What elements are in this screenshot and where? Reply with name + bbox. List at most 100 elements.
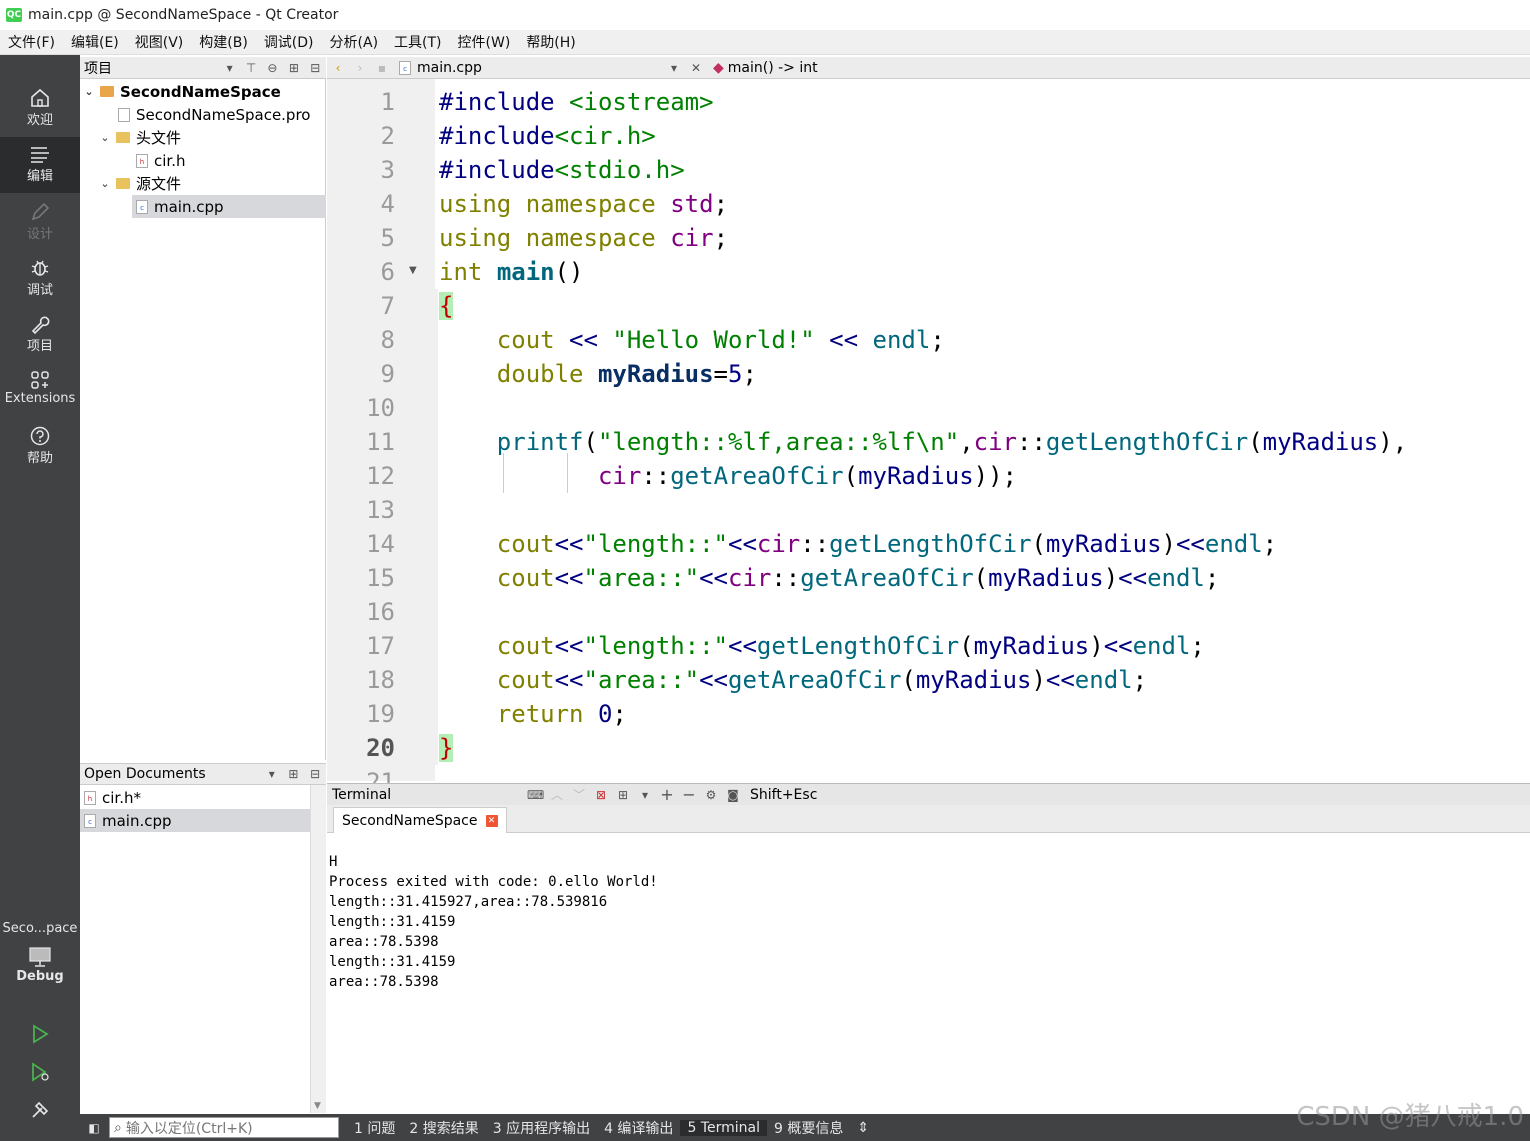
code-line-8: cout << "Hello World!" << endl; [496, 326, 945, 354]
forward-arrow-icon[interactable]: › [352, 61, 368, 75]
menu-debug[interactable]: 调试(D) [256, 32, 322, 52]
editor-file-selector[interactable]: main.cpp [417, 60, 663, 76]
run-button[interactable] [0, 1023, 80, 1053]
terminal-output[interactable]: H Process exited with code: 0.ello World… [327, 833, 1530, 1114]
chevron-down-icon[interactable]: ▾ [666, 61, 682, 75]
mode-label: 调试 [26, 283, 53, 298]
hammer-icon [32, 1101, 49, 1118]
mode-welcome[interactable]: 欢迎 [0, 87, 80, 139]
code-line-18: cout<<"area::"<<getAreaOfCir(myRadius)<<… [496, 666, 1148, 694]
terminal-line: Process exited with code: 0.ello World! [329, 874, 658, 890]
close-pane-icon[interactable]: ⊟ [307, 767, 323, 781]
symbol-selector[interactable]: main() -> int [728, 60, 818, 76]
line-number: 18 [366, 666, 395, 694]
tree-item-project[interactable]: ⌄ SecondNameSpace [80, 80, 326, 103]
back-arrow-icon[interactable]: ‹ [330, 61, 346, 75]
tree-item-sources-folder[interactable]: ⌄ 源文件 [80, 172, 326, 195]
code-line-1: #include <iostream> [439, 88, 714, 116]
chevron-up-icon[interactable]: ︿ [549, 786, 565, 803]
tree-item-cir-h[interactable]: h cir.h [80, 149, 326, 172]
header-file-icon: h [136, 153, 148, 168]
tree-item-label: cir.h [154, 151, 186, 170]
debug-run-button[interactable] [0, 1061, 80, 1091]
gear-icon[interactable]: ⚙ [703, 788, 719, 802]
mode-extensions[interactable]: Extensions [0, 369, 80, 421]
pane-issues[interactable]: 1 问题 [347, 1118, 402, 1138]
dropdown-icon[interactable]: ▾ [264, 767, 280, 781]
kit-config: Debug [16, 969, 64, 984]
open-documents-title[interactable]: Open Documents [84, 766, 261, 782]
menu-bar: 文件(F) 编辑(E) 视图(V) 构建(B) 调试(D) 分析(A) 工具(T… [0, 30, 1530, 55]
code-line-12: cir::getAreaOfCir(myRadius)); [597, 462, 1018, 490]
tree-item-main-cpp[interactable]: c main.cpp [132, 195, 326, 218]
tree-item-label: SecondNameSpace.pro [136, 105, 311, 124]
open-documents-header: Open Documents ▾ ⊞ ⊟ [80, 763, 326, 785]
terminal-tab[interactable]: SecondNameSpace ✕ [333, 807, 507, 833]
open-documents-scrollbar[interactable]: ▼ [310, 785, 326, 1113]
more-panes-icon[interactable]: ⇕ [850, 1120, 876, 1136]
menu-file[interactable]: 文件(F) [0, 32, 63, 52]
menu-help[interactable]: 帮助(H) [518, 32, 583, 52]
line-number-gutter: 1 2 3 4 5 6 7 8 9 10 11 12 13 14 15 16 1… [327, 79, 435, 796]
line-number: 3 [380, 156, 395, 184]
tree-item-headers-folder[interactable]: ⌄ 头文件 [80, 126, 326, 149]
open-document-item[interactable]: h cir.h* [80, 786, 310, 809]
menu-widgets[interactable]: 控件(W) [450, 32, 519, 52]
dropdown-icon[interactable]: ▾ [222, 61, 237, 75]
mode-debug[interactable]: 调试 [0, 257, 80, 309]
pane-app-output[interactable]: 3 应用程序输出 [486, 1118, 597, 1138]
fold-marker-icon[interactable]: ▼ [409, 265, 417, 276]
menu-edit[interactable]: 编辑(E) [63, 32, 127, 52]
split-icon[interactable]: ⊞ [286, 767, 302, 781]
menu-build[interactable]: 构建(B) [191, 32, 256, 52]
tree-item-pro-file[interactable]: SecondNameSpace.pro [80, 103, 326, 126]
scroll-down-icon[interactable]: ▼ [314, 1101, 321, 1111]
shortcut-icon[interactable]: ◙ [725, 788, 741, 802]
locator-input[interactable]: ⌕ 输入以定位(Ctrl+K) [109, 1117, 339, 1138]
clear-icon[interactable]: ⌨ [527, 788, 544, 802]
close-pane-icon[interactable]: ⊟ [308, 61, 323, 75]
dropdown-icon[interactable]: ▾ [637, 788, 653, 802]
code-line-6: int main() [439, 258, 584, 286]
code-editor[interactable]: #include <iostream> #include<cir.h> #inc… [435, 79, 1530, 781]
chevron-down-icon[interactable]: ⌄ [98, 131, 112, 144]
new-terminal-icon[interactable]: ⊞ [615, 788, 631, 802]
mode-edit[interactable]: 编辑 [0, 137, 80, 193]
pane-search-results[interactable]: 2 搜索结果 [402, 1118, 485, 1138]
pane-terminal[interactable]: 5 Terminal [680, 1119, 767, 1136]
pane-compile-output[interactable]: 4 编译输出 [597, 1118, 680, 1138]
chevron-down-icon[interactable]: ﹀ [571, 786, 587, 803]
tree-item-label: 源文件 [136, 175, 182, 193]
filter-icon[interactable]: ⊤ [243, 61, 258, 75]
minus-icon[interactable]: − [681, 785, 697, 804]
chevron-down-icon[interactable]: ⌄ [82, 85, 96, 98]
close-document-icon[interactable]: ✕ [688, 61, 704, 75]
close-icon[interactable]: ✕ [485, 814, 498, 827]
line-number: 8 [380, 326, 395, 354]
debug-run-icon [32, 1062, 49, 1082]
cpp-file-icon: c [136, 199, 148, 214]
plus-icon[interactable]: + [659, 785, 675, 804]
mode-projects[interactable]: 项目 [0, 313, 80, 365]
tree-item-label: SecondNameSpace [120, 82, 281, 101]
close-terminal-icon[interactable]: ⊠ [593, 788, 609, 802]
line-number: 15 [366, 564, 395, 592]
menu-tools[interactable]: 工具(T) [386, 32, 449, 52]
projects-panel-title[interactable]: 项目 [84, 58, 219, 78]
open-document-item[interactable]: c main.cpp [80, 809, 310, 832]
split-icon[interactable]: ⊞ [286, 61, 301, 75]
toggle-sidebar-icon[interactable]: ◧ [86, 1121, 102, 1135]
link-icon[interactable]: ⊖ [265, 61, 280, 75]
terminal-line: H [329, 854, 338, 870]
pane-general-messages[interactable]: 9 概要信息 [767, 1118, 850, 1138]
code-line-9: double myRadius=5; [496, 360, 757, 388]
code-line-2: #include<cir.h> [439, 122, 656, 150]
build-button[interactable] [0, 1099, 80, 1129]
menu-analyze[interactable]: 分析(A) [322, 32, 387, 52]
mode-sidebar: 欢迎 编辑 设计 调试 项目 Extensions 帮助 Seco...pace… [0, 55, 80, 1141]
kit-selector[interactable]: Debug [0, 945, 80, 1001]
menu-view[interactable]: 视图(V) [127, 32, 192, 52]
mode-design[interactable]: 设计 [0, 201, 80, 253]
chevron-down-icon[interactable]: ⌄ [98, 177, 112, 190]
mode-help[interactable]: 帮助 [0, 425, 80, 477]
